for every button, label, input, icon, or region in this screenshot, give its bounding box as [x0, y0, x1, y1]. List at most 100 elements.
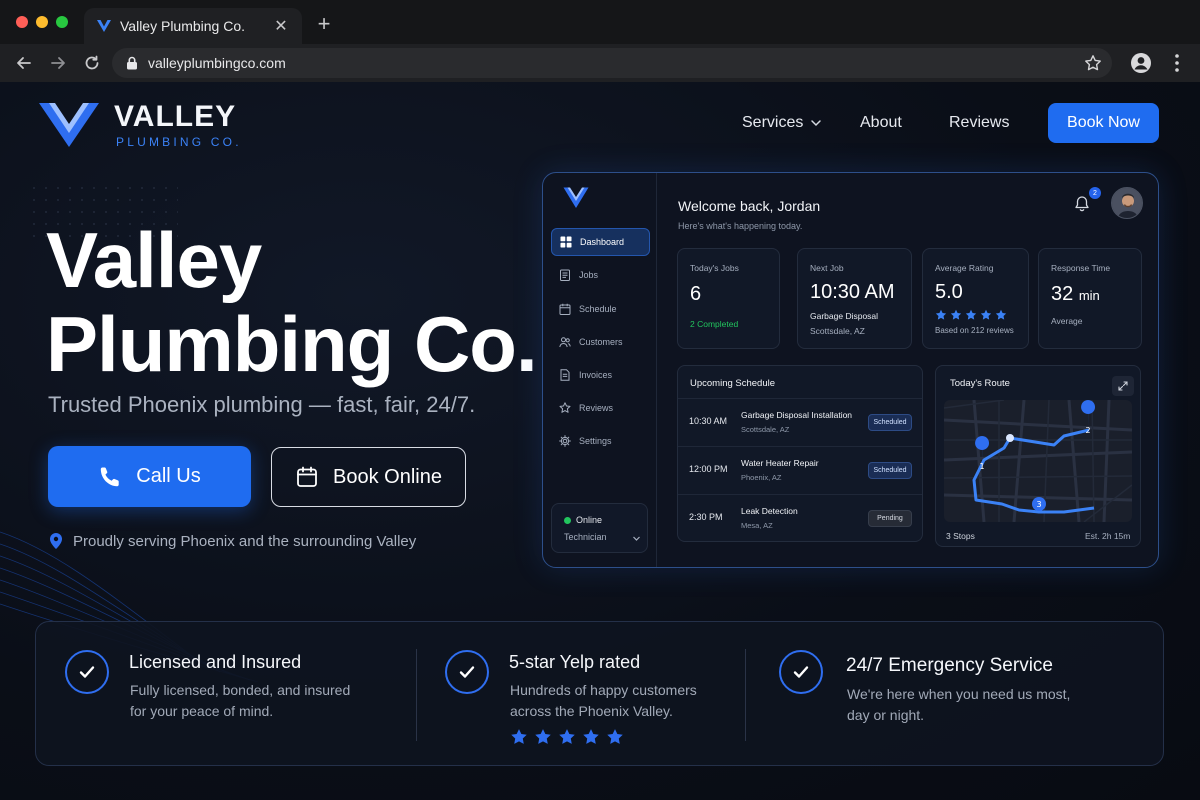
feature-desc-line: for your peace of mind. [130, 703, 274, 719]
service-area-note: Proudly serving Phoenix and the surround… [48, 532, 416, 550]
online-status-label: Online [576, 515, 603, 525]
nav-services[interactable]: Services [742, 114, 822, 132]
pin-1-label: 1 [979, 462, 984, 471]
sidebar-label: Invoices [579, 370, 613, 380]
book-online-label: Book Online [333, 465, 442, 488]
gear-icon [559, 435, 571, 447]
online-status-dot [564, 517, 571, 524]
feature-description: Fully licensed, bonded, and insured for … [130, 680, 350, 722]
feature-title: Licensed and Insured [129, 652, 302, 672]
schedule-row[interactable]: 10:30 AM Garbage Disposal Installation S… [678, 398, 922, 446]
stat-value: 10:30 AM [810, 281, 895, 303]
job-time: 2:30 PM [689, 512, 723, 522]
sidebar-item-settings[interactable]: Settings [551, 427, 650, 455]
book-now-button[interactable]: Book Now [1048, 103, 1159, 143]
stat-value: 32 min [1051, 283, 1100, 306]
star-icon [965, 309, 977, 320]
technician-status-select[interactable]: Online Technician [551, 503, 648, 553]
feature-desc-line: across the Phoenix Valley. [510, 703, 673, 719]
sidebar-item-jobs[interactable]: Jobs [551, 261, 650, 289]
feature-desc-line: Hundreds of happy customers [510, 682, 697, 698]
upcoming-schedule-panel: Upcoming Schedule 10:30 AM Garbage Dispo… [677, 365, 923, 542]
menu-kebab-icon[interactable] [1168, 52, 1186, 74]
grid-icon [560, 236, 572, 248]
sidebar-item-invoices[interactable]: Invoices [551, 361, 650, 389]
chevron-down-icon [633, 536, 640, 541]
expand-icon[interactable] [1112, 376, 1134, 396]
role-label: Technician [564, 532, 607, 542]
welcome-heading: Welcome back, Jordan [678, 198, 821, 214]
tab-strip: Valley Plumbing Co. ✕ + [0, 0, 1200, 44]
sidebar-label: Reviews [579, 403, 614, 413]
lock-icon [127, 56, 137, 70]
forward-icon[interactable] [47, 52, 69, 74]
browser-tab[interactable]: Valley Plumbing Co. ✕ [84, 8, 302, 44]
status-badge: Scheduled [868, 462, 912, 479]
job-location: Phoenix, AZ [741, 473, 782, 482]
hero-title: Valley Plumbing Co. [46, 216, 538, 388]
check-circle-icon [445, 650, 489, 694]
feature-desc-line: We're here when you need us most, [847, 686, 1071, 702]
rating-count: Based on 212 reviews [935, 326, 1014, 335]
stat-label: Response Time [1051, 263, 1111, 273]
stat-card-next-job: Next Job 10:30 AM Garbage Disposal Scott… [797, 248, 912, 349]
star-icon [559, 402, 571, 413]
schedule-title: Upcoming Schedule [690, 378, 776, 389]
calendar-icon [559, 303, 571, 315]
nav-about[interactable]: About [860, 114, 902, 132]
location-pin-icon [50, 533, 62, 549]
route-stops: 3 Stops [946, 531, 975, 541]
stat-completed: 2 Completed [690, 319, 739, 329]
hero-title-line-2: Plumbing Co. [46, 300, 538, 388]
minimize-window-button[interactable] [36, 16, 48, 28]
call-us-button[interactable]: Call Us [48, 446, 251, 507]
check-circle-icon [65, 650, 109, 694]
book-online-button[interactable]: Book Online [271, 447, 466, 507]
route-pin-3[interactable]: 3 [1032, 497, 1046, 511]
user-avatar-icon [1112, 188, 1142, 218]
new-tab-button[interactable]: + [314, 13, 334, 35]
features-strip: Licensed and Insured Fully licensed, bon… [35, 621, 1164, 766]
profile-icon[interactable] [1130, 52, 1152, 74]
sidebar-label: Customers [579, 337, 623, 347]
browser-toolbar: valleyplumbingco.com [0, 44, 1200, 82]
avatar[interactable] [1111, 187, 1143, 219]
service-area-text: Proudly serving Phoenix and the surround… [73, 532, 417, 550]
favicon-icon [97, 20, 111, 32]
close-window-button[interactable] [16, 16, 28, 28]
maximize-window-button[interactable] [56, 16, 68, 28]
schedule-row[interactable]: 12:00 PM Water Heater Repair Phoenix, AZ… [678, 446, 922, 494]
hero-title-line-1: Valley [46, 216, 262, 304]
schedule-row[interactable]: 2:30 PM Leak Detection Mesa, AZ Pending [678, 494, 922, 541]
feature-title: 24/7 Emergency Service [846, 655, 1053, 676]
job-name: Leak Detection [741, 506, 798, 516]
chevron-down-icon [811, 120, 822, 127]
star-icon [935, 309, 947, 320]
bookmark-star-icon[interactable] [1084, 54, 1102, 72]
sidebar-item-schedule[interactable]: Schedule [551, 295, 650, 323]
logo-wordmark: VALLEY [114, 100, 237, 133]
sidebar-item-reviews[interactable]: Reviews [551, 394, 650, 422]
nav-reviews[interactable]: Reviews [949, 114, 1009, 132]
star-icon [535, 729, 551, 744]
sidebar-item-customers[interactable]: Customers [551, 328, 650, 356]
address-bar[interactable]: valleyplumbingco.com [112, 48, 1112, 78]
sidebar-item-dashboard[interactable]: Dashboard [551, 228, 650, 256]
logo-icon[interactable] [38, 102, 100, 148]
stat-card-todays-jobs: Today's Jobs 6 2 Completed [677, 248, 780, 349]
next-job-type: Garbage Disposal [810, 311, 879, 321]
nav-services-label: Services [742, 114, 804, 131]
job-time: 10:30 AM [689, 416, 728, 426]
status-badge: Pending [868, 510, 912, 527]
back-icon[interactable] [13, 52, 35, 74]
close-tab-icon[interactable]: ✕ [272, 17, 290, 35]
yelp-rating-stars [510, 728, 624, 746]
document-icon [560, 369, 570, 381]
bell-icon[interactable] [1073, 195, 1091, 213]
dashboard-logo-icon [563, 187, 589, 208]
logo-subtitle: PLUMBING CO. [116, 135, 242, 149]
route-map[interactable]: 1 2 3 [944, 400, 1132, 522]
feature-title: 5-star Yelp rated [509, 652, 641, 672]
reload-icon[interactable] [81, 52, 103, 74]
dashboard-preview: Dashboard Jobs Schedule Customers Invoic… [542, 172, 1159, 568]
